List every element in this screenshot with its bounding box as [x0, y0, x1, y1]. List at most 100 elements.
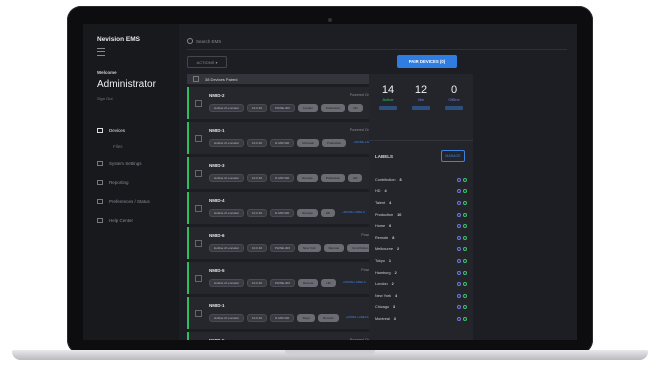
label-item[interactable]: Contribution 8 [375, 174, 467, 186]
stat-offline[interactable]: 0 Offline [439, 84, 469, 110]
label-item[interactable]: New York 4 [375, 290, 467, 302]
more-labels-link[interactable]: +MORE LABELS [342, 314, 373, 320]
check-circle-icon[interactable] [463, 305, 467, 310]
chart-icon [97, 180, 103, 185]
device-chip: Hotline ch encoder [209, 209, 245, 217]
actions-dropdown[interactable]: ACTIONS ▾ [187, 56, 227, 68]
device-name[interactable]: NMID-6 [209, 233, 225, 238]
search-bar[interactable]: Search EMS [187, 38, 221, 44]
more-labels-link[interactable]: +MORE LABELS [338, 209, 369, 215]
label-name: HD [375, 189, 381, 194]
label-chip[interactable]: Remote [318, 314, 339, 322]
device-name[interactable]: NMID-3 [209, 163, 225, 168]
device-name[interactable]: NMID-5 [209, 338, 225, 340]
label-chip[interactable]: Tokyo [297, 314, 316, 322]
edit-label-icon[interactable] [457, 224, 461, 229]
row-checkbox[interactable] [195, 275, 202, 282]
edit-label-icon[interactable] [457, 305, 461, 310]
label-chip[interactable]: London [297, 104, 318, 112]
edit-label-icon[interactable] [457, 270, 461, 275]
check-circle-icon[interactable] [463, 200, 467, 205]
check-circle-icon[interactable] [463, 212, 467, 217]
label-item[interactable]: Tokyo 1 [375, 255, 467, 267]
check-circle-icon[interactable] [463, 258, 467, 263]
edit-label-icon[interactable] [457, 212, 461, 217]
label-item[interactable]: London 2 [375, 278, 467, 290]
edit-label-icon[interactable] [457, 177, 461, 182]
device-name[interactable]: NMID-1 [209, 303, 225, 308]
stat-idle[interactable]: 12 Idle [406, 84, 436, 110]
label-item[interactable]: Production 10 [375, 209, 467, 221]
row-checkbox[interactable] [195, 100, 202, 107]
camera [328, 18, 332, 22]
nav-files[interactable]: Files [113, 144, 123, 149]
label-chip[interactable]: New York [297, 244, 321, 252]
label-item[interactable]: Home 6 [375, 220, 467, 232]
row-checkbox[interactable] [195, 205, 202, 212]
device-name[interactable]: NMID-1 [209, 128, 225, 133]
label-chip[interactable]: Production [320, 104, 346, 112]
manage-labels-button[interactable]: MANAGE [441, 150, 465, 162]
check-circle-icon[interactable] [463, 270, 467, 275]
edit-label-icon[interactable] [457, 247, 461, 252]
label-chip[interactable]: HD [320, 209, 336, 217]
edit-label-icon[interactable] [457, 316, 461, 321]
device-name[interactable]: NMID-2 [209, 93, 225, 98]
row-checkbox[interactable] [195, 170, 202, 177]
menu-icon[interactable] [97, 48, 105, 56]
edit-label-icon[interactable] [457, 258, 461, 263]
label-chip[interactable]: HD [348, 104, 363, 112]
edit-label-icon[interactable] [457, 200, 461, 205]
label-chip[interactable]: Montreal [297, 139, 319, 147]
edit-label-icon[interactable] [457, 235, 461, 240]
label-item[interactable]: Chicago 3 [375, 302, 467, 314]
select-all-checkbox[interactable] [193, 76, 199, 82]
nav-help-center[interactable]: Help Center [97, 218, 133, 223]
label-item[interactable]: Montreal 3 [375, 313, 467, 325]
status-panel: 14 Active 12 Idle 0 Offline LABELS MANAG… [369, 74, 473, 340]
label-chip[interactable]: Remote [297, 279, 319, 287]
label-chip[interactable]: HD [348, 174, 363, 182]
label-chip[interactable]: Production [321, 139, 347, 147]
label-count: 4 [395, 293, 398, 298]
nav-reporting[interactable]: Reporting [97, 180, 129, 185]
device-chip: PHWE.400 [270, 104, 295, 112]
nav-preferences[interactable]: Preferences / Status [97, 199, 150, 204]
check-circle-icon[interactable] [463, 316, 467, 321]
nav-devices[interactable]: Devices [97, 128, 125, 133]
label-chip[interactable]: Remote [297, 209, 318, 217]
check-circle-icon[interactable] [463, 247, 467, 252]
edit-label-icon[interactable] [457, 282, 461, 287]
device-name[interactable]: NMID-4 [209, 198, 225, 203]
check-circle-icon[interactable] [463, 293, 467, 298]
row-checkbox[interactable] [195, 240, 202, 247]
more-labels-link[interactable]: +MORE LABELS [339, 279, 370, 285]
label-name: Talent [375, 200, 386, 205]
check-circle-icon[interactable] [463, 189, 467, 194]
check-circle-icon[interactable] [463, 235, 467, 240]
row-checkbox[interactable] [195, 135, 202, 142]
label-item[interactable]: Talent 4 [375, 197, 467, 209]
pair-devices-button[interactable]: PAIR DEVICES (0) [397, 55, 457, 68]
label-chip[interactable]: Remote [297, 174, 318, 182]
label-item[interactable]: Melbourne 2 [375, 244, 467, 256]
label-chip[interactable]: Production [320, 174, 346, 182]
edit-label-icon[interactable] [457, 189, 461, 194]
check-circle-icon[interactable] [463, 177, 467, 182]
edit-label-icon[interactable] [457, 293, 461, 298]
label-chip[interactable]: HD [321, 279, 336, 287]
label-item[interactable]: HD 4 [375, 186, 467, 198]
device-name[interactable]: NMID-5 [209, 268, 225, 273]
label-actions [457, 224, 467, 229]
check-circle-icon[interactable] [463, 282, 467, 287]
label-chip[interactable]: Remote [323, 244, 345, 252]
label-actions [457, 293, 467, 298]
check-circle-icon[interactable] [463, 224, 467, 229]
label-item[interactable]: Hamburg 2 [375, 267, 467, 279]
stat-active[interactable]: 14 Active [373, 84, 403, 110]
nav-system-settings[interactable]: System Settings [97, 161, 142, 166]
device-chips: Hotline ch encoder 10.0.40 D-MW.340 Montrea… [209, 139, 380, 147]
signout-link[interactable]: Sign Out [97, 96, 113, 101]
row-checkbox[interactable] [195, 310, 202, 317]
label-item[interactable]: Remote 8 [375, 232, 467, 244]
